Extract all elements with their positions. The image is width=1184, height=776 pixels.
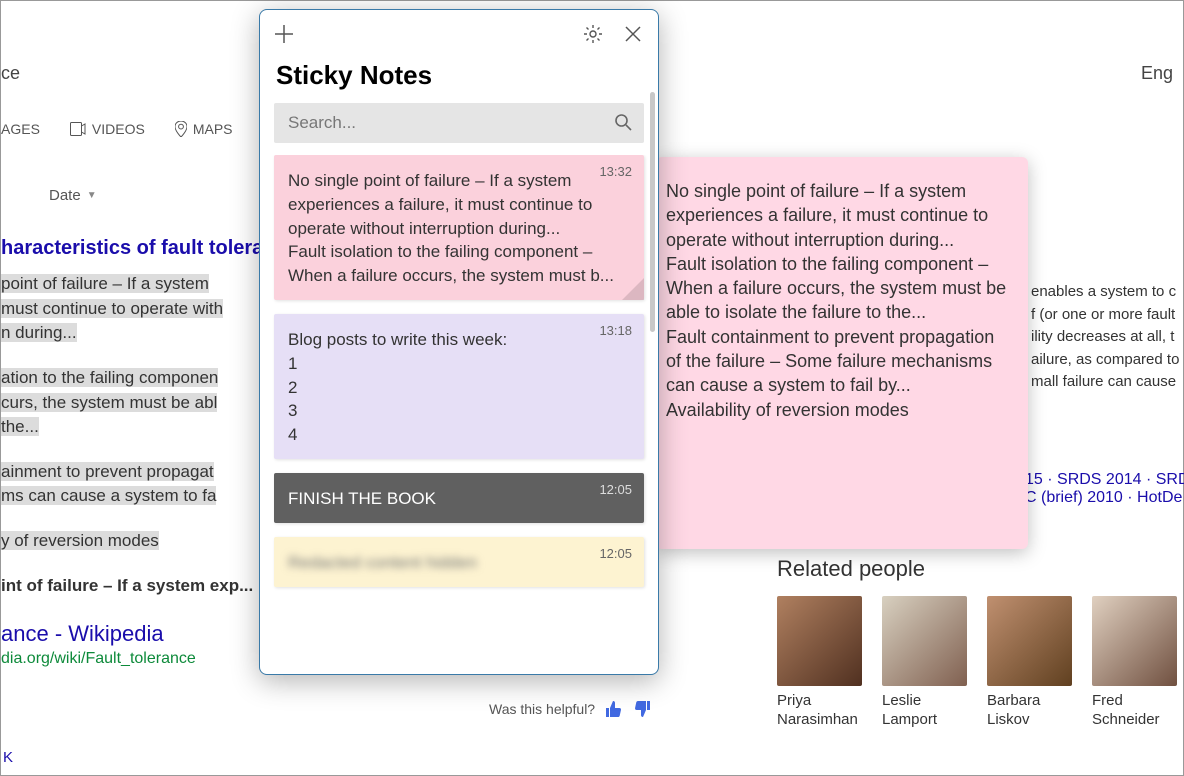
language-label[interactable]: Eng — [1141, 63, 1173, 84]
tab-maps[interactable]: MAPS — [175, 121, 233, 137]
note-body: FINISH THE BOOK — [288, 487, 630, 511]
tab-images[interactable]: AGES — [1, 121, 40, 137]
snippet-line: must continue to operate with — [1, 299, 223, 318]
folded-corner-icon — [622, 278, 644, 300]
related-people: Priya Narasimhan Leslie Lamport Barbara … — [777, 596, 1177, 730]
new-note-button[interactable] — [274, 24, 294, 44]
tab-videos[interactable]: VIDEOS — [70, 121, 145, 137]
note-time: 13:32 — [599, 163, 632, 181]
person-card[interactable]: Barbara Liskov — [987, 596, 1072, 730]
person-name: Priya Narasimhan — [777, 692, 862, 730]
knowledge-panel-text: enables a system to c f (or one or more … — [1031, 281, 1184, 394]
settings-button[interactable] — [582, 23, 604, 45]
chevron-down-icon: ▼ — [87, 190, 97, 201]
note-item[interactable]: 12:05 FINISH THE BOOK — [274, 473, 644, 523]
related-people-heading: Related people — [777, 556, 925, 582]
titlebar — [260, 10, 658, 58]
note-item[interactable]: 13:18 Blog posts to write this week: 1 2… — [274, 314, 644, 459]
person-name: Barbara Liskov — [987, 692, 1072, 730]
helpful-prompt: Was this helpful? — [489, 701, 651, 717]
snippet-line: point of failure – If a system — [1, 274, 209, 293]
note-body: Blog posts to write this week: 1 2 3 4 — [288, 328, 630, 447]
map-pin-icon — [175, 121, 187, 137]
sticky-notes-window: Sticky Notes 13:32 No single point of fa… — [259, 9, 659, 675]
result-link[interactable]: ance - Wikipedia — [1, 621, 164, 647]
note-time: 12:05 — [599, 481, 632, 499]
related-links[interactable]: 15 · SRDS 2014 · SRD C (brief) 2010 · Ho… — [1025, 471, 1184, 507]
partial-text: ce — [1, 63, 20, 84]
thumbs-down-icon[interactable] — [633, 701, 651, 717]
date-filter[interactable]: Date ▼ — [49, 187, 97, 204]
person-card[interactable]: Leslie Lamport — [882, 596, 967, 730]
search-input[interactable] — [274, 103, 644, 143]
link-fragment[interactable]: K — [3, 749, 13, 766]
search-box[interactable] — [274, 103, 644, 143]
snippet-line: ms can cause a system to fa — [1, 486, 216, 505]
note-body: No single point of failure – If a system… — [666, 179, 1010, 422]
snippet-line: n during... — [1, 323, 77, 342]
close-button[interactable] — [622, 23, 644, 45]
avatar — [987, 596, 1072, 686]
person-card[interactable]: Fred Schneider — [1092, 596, 1177, 730]
note-item[interactable]: 12:05 Redacted content hidden — [274, 537, 644, 587]
snippet-line: ainment to prevent propagat — [1, 462, 214, 481]
note-body: Redacted content hidden — [288, 551, 630, 575]
tab-label: VIDEOS — [92, 121, 145, 137]
person-name: Leslie Lamport — [882, 692, 967, 730]
snippet-line: curs, the system must be abl — [1, 393, 217, 412]
video-icon — [70, 122, 86, 136]
note-time: 13:18 — [599, 322, 632, 340]
person-name: Fred Schneider — [1092, 692, 1177, 730]
search-tabs: AGES VIDEOS MAPS — [1, 121, 233, 137]
note-body: No single point of failure – If a system… — [288, 169, 630, 288]
person-card[interactable]: Priya Narasimhan — [777, 596, 862, 730]
notes-list: 13:32 No single point of failure – If a … — [260, 155, 658, 674]
note-item[interactable]: 13:32 No single point of failure – If a … — [274, 155, 644, 300]
floating-sticky-note[interactable]: No single point of failure – If a system… — [656, 157, 1028, 549]
snippet-line: the... — [1, 417, 39, 436]
helpful-text: Was this helpful? — [489, 701, 595, 717]
avatar — [777, 596, 862, 686]
avatar — [1092, 596, 1177, 686]
app-title: Sticky Notes — [260, 58, 658, 103]
snippet-line: y of reversion modes — [1, 531, 159, 550]
tab-label: MAPS — [193, 121, 233, 137]
snippet-line: ation to the failing componen — [1, 368, 218, 387]
thumbs-up-icon[interactable] — [605, 701, 623, 717]
result-url[interactable]: dia.org/wiki/Fault_tolerance — [1, 650, 196, 668]
tab-label: AGES — [1, 121, 40, 137]
filter-label: Date — [49, 187, 81, 204]
avatar — [882, 596, 967, 686]
